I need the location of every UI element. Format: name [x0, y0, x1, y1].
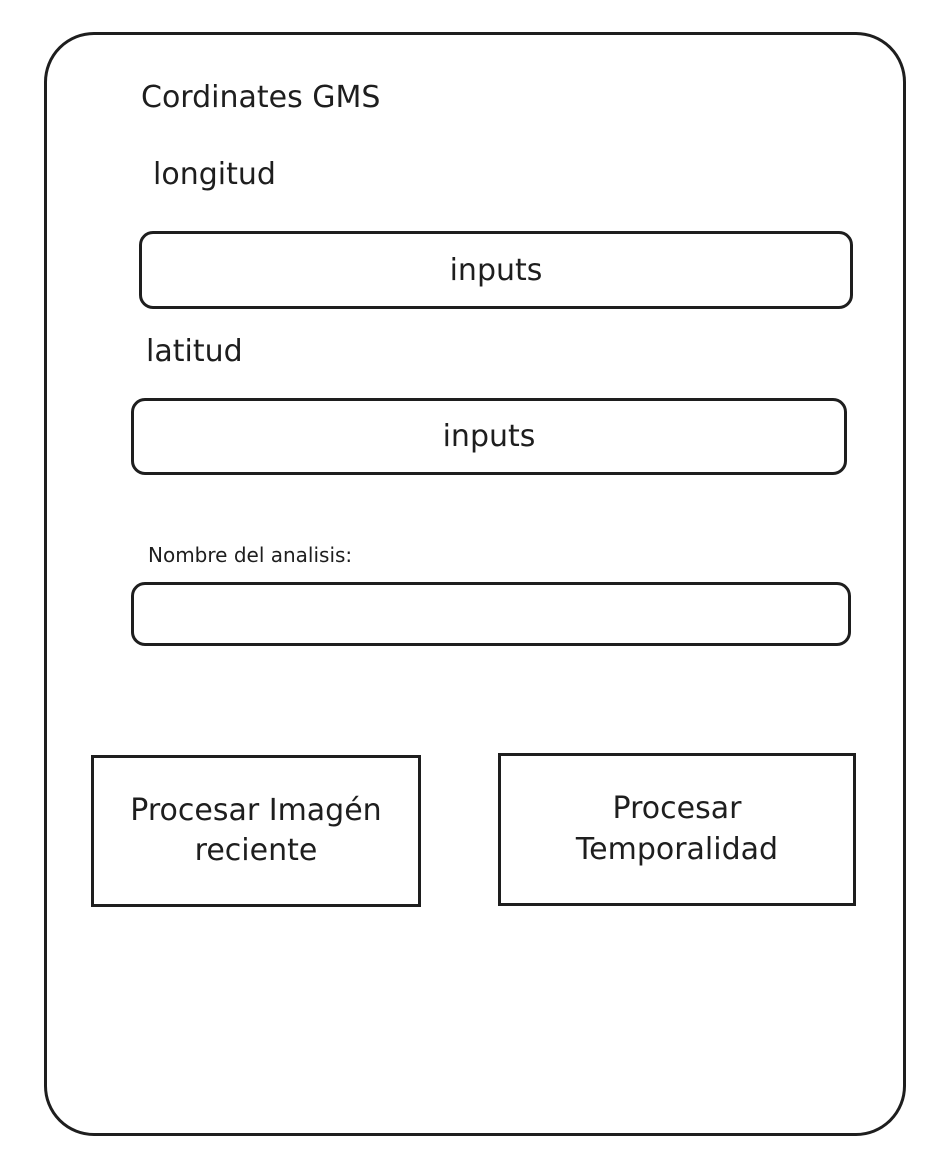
longitude-input[interactable]: inputs — [139, 231, 853, 309]
form-title: Cordinates GMS — [141, 80, 381, 115]
process-temporality-label: Procesar Temporalidad — [575, 791, 779, 867]
latitude-input[interactable]: inputs — [131, 398, 847, 475]
analysis-name-input[interactable] — [131, 582, 851, 646]
analysis-name-label: Nombre del analisis: — [148, 543, 353, 567]
process-temporality-button[interactable]: Procesar Temporalidad — [498, 753, 856, 906]
process-recent-image-button[interactable]: Procesar Imagén reciente — [91, 755, 421, 907]
latitude-label: latitud — [146, 334, 243, 369]
process-recent-image-label: Procesar Imagén reciente — [130, 792, 382, 869]
longitude-label: longitud — [153, 157, 276, 192]
